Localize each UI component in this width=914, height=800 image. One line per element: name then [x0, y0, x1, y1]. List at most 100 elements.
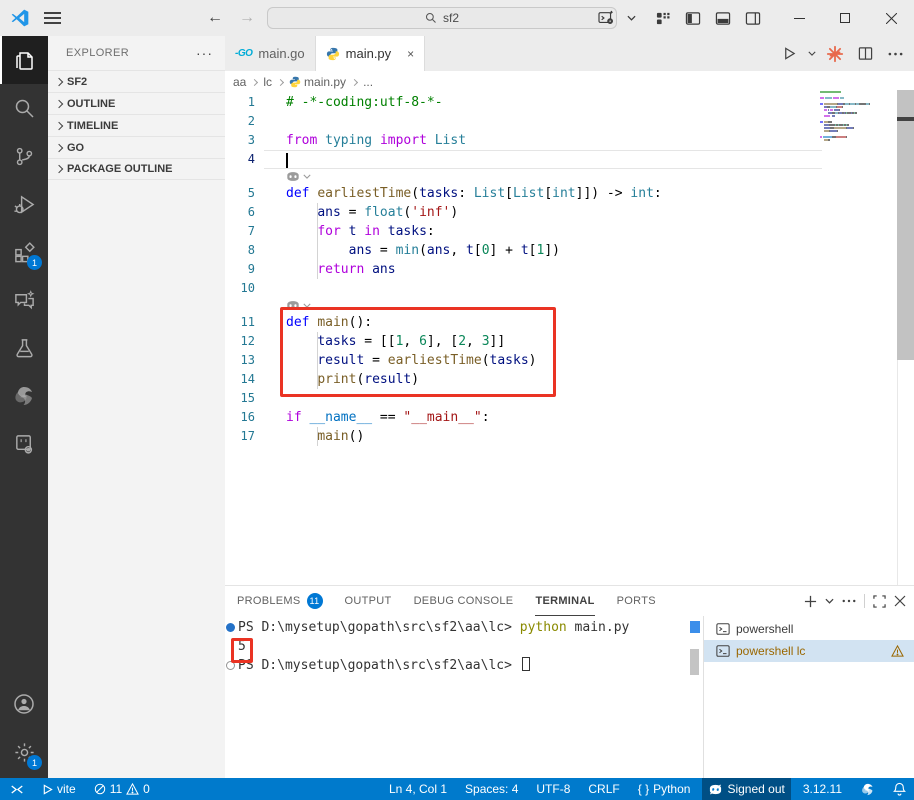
encoding[interactable]: UTF-8: [530, 778, 576, 800]
sidebar-section-timeline[interactable]: TIMELINE: [48, 114, 225, 136]
copilot-status[interactable]: Signed out: [702, 778, 791, 800]
scrollbar-cursor-marker: [897, 117, 914, 121]
breadcrumb-item-file[interactable]: main.py: [304, 75, 346, 89]
breadcrumb-item-lc[interactable]: lc: [263, 75, 272, 89]
toggle-primary-sidebar-icon[interactable]: [680, 5, 706, 31]
activity-explorer[interactable]: [0, 36, 48, 84]
sidebar-section-go[interactable]: GO: [48, 136, 225, 158]
settings-button[interactable]: 1: [0, 728, 48, 776]
error-icon: [94, 783, 105, 795]
language-mode[interactable]: { } Python: [632, 778, 697, 800]
line-number: 4: [247, 152, 255, 166]
copilot-inline-widget[interactable]: [225, 169, 914, 184]
section-label: GO: [67, 141, 85, 154]
copilot-icon: [287, 172, 299, 181]
run-python-file-button[interactable]: [776, 41, 802, 67]
tab-close-icon[interactable]: ×: [407, 47, 414, 61]
cursor-position[interactable]: Ln 4, Col 1: [383, 778, 453, 800]
activity-swirl-extension[interactable]: [0, 372, 48, 420]
chevron-down-icon[interactable]: [303, 303, 311, 308]
line-number: 9: [247, 262, 255, 276]
terminal-item-powershell-lc[interactable]: powershell lc: [704, 640, 914, 662]
terminal-output[interactable]: PS D:\mysetup\gopath\src\sf2\aa\lc> pyth…: [225, 618, 703, 779]
code-lines: 1 # -*-coding:utf-8-*- 2 3 from typing impor…: [225, 93, 914, 446]
panel-tab-output[interactable]: OUTPUT: [345, 586, 392, 616]
line-number: 12: [240, 334, 255, 348]
explorer-more-actions[interactable]: ···: [196, 45, 213, 61]
chevron-right-icon: [54, 122, 62, 130]
window-maximize-button[interactable]: [822, 0, 868, 36]
menu-hamburger-icon[interactable]: [44, 12, 61, 24]
window-close-button[interactable]: [868, 0, 914, 36]
nav-back-icon[interactable]: ←: [202, 6, 228, 30]
terminal-new-profile-icon[interactable]: [594, 5, 620, 31]
code-line-14: 14 print(result): [225, 370, 914, 389]
notifications-bell[interactable]: [887, 778, 912, 800]
code-editor[interactable]: 1 # -*-coding:utf-8-*- 2 3 from typing impor…: [225, 93, 914, 585]
code-line-4: 4: [225, 150, 914, 169]
line-number: 1: [247, 95, 255, 109]
python-version[interactable]: 3.12.11: [797, 778, 848, 800]
activity-testing[interactable]: [0, 324, 48, 372]
vite-task-button[interactable]: vite: [36, 778, 82, 800]
breadcrumb-item-aa[interactable]: aa: [233, 75, 246, 89]
swirl-icon: [15, 387, 32, 405]
swirl-extension-status[interactable]: [854, 778, 881, 800]
terminal-scrollbar-thumb[interactable]: [690, 649, 699, 675]
tab-main-py[interactable]: main.py ×: [315, 36, 426, 71]
chevron-down-icon[interactable]: [624, 5, 638, 31]
close-panel-icon[interactable]: [894, 595, 906, 607]
activity-run-debug[interactable]: [0, 180, 48, 228]
activity-extensions[interactable]: 1: [0, 228, 48, 276]
code-line-12: 12 tasks = [[1, 6], [2, 3]]: [225, 332, 914, 351]
activity-source-control[interactable]: [0, 132, 48, 180]
editor-scrollbar[interactable]: [897, 90, 914, 360]
account-button[interactable]: [0, 680, 48, 728]
copilot-inline-widget[interactable]: [225, 298, 914, 313]
editor-more-actions-icon[interactable]: [882, 41, 908, 67]
activity-search[interactable]: [0, 84, 48, 132]
panel-more-actions-icon[interactable]: [842, 599, 856, 603]
tab-label: main.py: [345, 46, 392, 61]
eol-sequence[interactable]: CRLF: [582, 778, 625, 800]
maximize-panel-icon[interactable]: [873, 594, 886, 608]
command-center-search[interactable]: sf2: [267, 7, 617, 29]
panel-tab-terminal[interactable]: TERMINAL: [535, 586, 595, 616]
indentation[interactable]: Spaces: 4: [459, 778, 524, 800]
toggle-panel-icon[interactable]: [710, 5, 736, 31]
remote-indicator[interactable]: [4, 778, 30, 800]
activity-chat[interactable]: [0, 276, 48, 324]
run-dropdown-chevron-icon[interactable]: [806, 41, 818, 67]
sidebar-section-sf2[interactable]: SF2: [48, 70, 225, 92]
activity-file-code-gear[interactable]: [0, 420, 48, 468]
account-icon: [14, 694, 34, 714]
sidebar-section-package-outline[interactable]: PACKAGE OUTLINE: [48, 158, 225, 180]
section-label: PACKAGE OUTLINE: [67, 163, 173, 175]
breadcrumb-item-symbol[interactable]: ...: [363, 75, 373, 89]
chevron-down-icon[interactable]: [303, 174, 311, 179]
nav-forward-icon[interactable]: →: [234, 6, 260, 30]
toggle-secondary-sidebar-icon[interactable]: [740, 5, 766, 31]
customize-layout-icon[interactable]: [650, 5, 676, 31]
terminal-line: PS D:\mysetup\gopath\src\sf2\aa\lc> pyth…: [225, 618, 703, 637]
terminal-item-powershell[interactable]: powershell: [704, 618, 914, 640]
code-line-1: 1 # -*-coding:utf-8-*-: [225, 93, 914, 112]
chevron-right-icon: [54, 165, 62, 173]
panel-tab-ports[interactable]: PORTS: [617, 586, 656, 616]
terminal-cursor: [521, 657, 530, 671]
terminal-profile-chevron-icon[interactable]: [825, 598, 834, 604]
tab-main-go[interactable]: -GO main.go: [225, 36, 316, 71]
panel-tab-label: OUTPUT: [344, 595, 392, 607]
new-terminal-icon[interactable]: [804, 595, 817, 608]
window-minimize-button[interactable]: [776, 0, 822, 36]
problems-status[interactable]: 11 0: [88, 778, 156, 800]
chevron-right-icon: [251, 79, 258, 86]
extension-starburst-icon[interactable]: [822, 41, 848, 67]
panel-tab-debug-console[interactable]: DEBUG CONSOLE: [414, 586, 514, 616]
command-success-decoration[interactable]: [226, 623, 235, 632]
panel-tab-problems[interactable]: PROBLEMS 11: [237, 586, 323, 616]
sidebar-section-outline[interactable]: OUTLINE: [48, 92, 225, 114]
minimap[interactable]: [820, 91, 892, 142]
status-bar: vite 11 0 Ln 4, Col 1 Spaces: 4 UTF-8 CR…: [0, 778, 914, 800]
split-editor-icon[interactable]: [852, 41, 878, 67]
